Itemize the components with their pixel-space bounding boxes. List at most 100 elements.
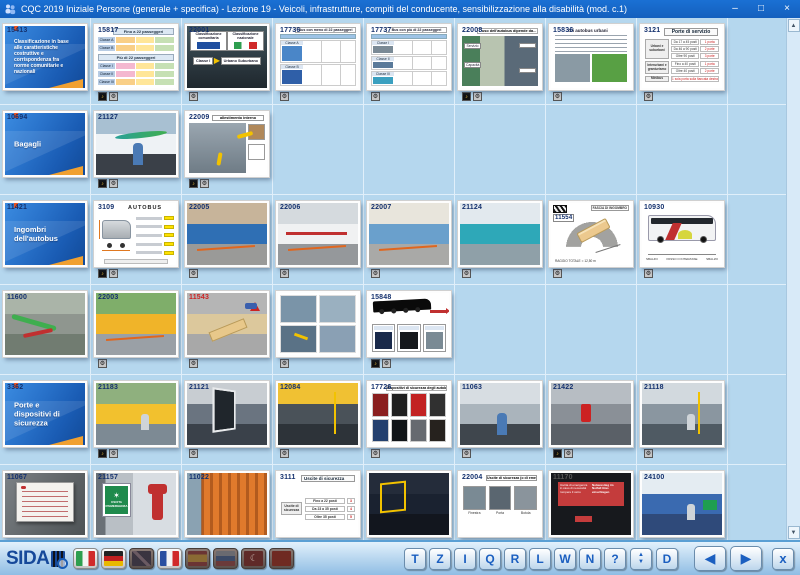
slide-options-button[interactable]: ⚙: [553, 92, 562, 101]
slide-thumbnail[interactable]: L'uso dell'autobus dipende da...Servizio…: [458, 24, 542, 90]
slide-options-button[interactable]: ⚙: [473, 92, 482, 101]
slide-thumbnail[interactable]: 11067: [3, 471, 87, 537]
toolbar-button-help[interactable]: ?: [604, 548, 626, 570]
slide-updown-button[interactable]: ▲ ▼: [630, 548, 652, 570]
toolbar-button-r[interactable]: R: [504, 548, 526, 570]
previous-slide-button[interactable]: ◀: [694, 546, 726, 571]
slide-options-button[interactable]: ⚙: [371, 269, 380, 278]
slide-thumbnail[interactable]: Ingombri dell'autobus11421: [3, 201, 87, 267]
slide-thumbnail[interactable]: Classificazione comunitariaClassificazio…: [185, 24, 269, 90]
slide-thumbnail[interactable]: 22005: [185, 201, 269, 267]
slide-thumbnail[interactable]: 15848: [367, 291, 451, 357]
slide-options-button[interactable]: ⚙: [280, 269, 289, 278]
slide-options-button[interactable]: ⚙: [644, 92, 653, 101]
language-flag-france[interactable]: [157, 548, 182, 569]
slide-thumbnail[interactable]: 12084: [276, 381, 360, 447]
slide-options-button[interactable]: ⚙: [644, 269, 653, 278]
slide-options-button[interactable]: ⚙: [564, 449, 573, 458]
slide-options-button[interactable]: ⚙: [371, 449, 380, 458]
slide-options-button[interactable]: ⚙: [280, 359, 289, 368]
toolbar-button-d[interactable]: D: [656, 548, 678, 570]
slide-thumbnail[interactable]: Uscite di sicurezza (o di emergenza)Fine…: [458, 471, 542, 537]
slide-options-button[interactable]: ⚙: [189, 269, 198, 278]
language-flag-china[interactable]: [269, 548, 294, 569]
slide-options-button[interactable]: ⚙: [109, 449, 118, 458]
slide-thumbnail[interactable]: 24100: [640, 471, 724, 537]
next-slide-button[interactable]: ▶: [730, 546, 762, 571]
window-close-button[interactable]: ×: [774, 0, 800, 18]
language-flag-germany[interactable]: [101, 548, 126, 569]
toolbar-button-z[interactable]: Z: [429, 548, 451, 570]
slide-thumbnail[interactable]: AUTOBUS3109: [94, 201, 178, 267]
slide-thumbnail[interactable]: Uscita di emergenza in caso di necessità…: [549, 471, 633, 537]
toolbar-button-i[interactable]: I: [454, 548, 476, 570]
slide-options-button[interactable]: ⚙: [553, 269, 562, 278]
slide-thumbnail[interactable]: FASCIA DI INGOMBRORAGGIO TOTALE = 12,50 …: [549, 201, 633, 267]
slide-thumbnail[interactable]: allestimento interno22009: [185, 111, 269, 177]
toolbar-button-w[interactable]: W: [554, 548, 576, 570]
minimize-button[interactable]: –: [722, 0, 748, 18]
slide-options-button[interactable]: ⚙: [644, 449, 653, 458]
toolbar-button-t[interactable]: T: [404, 548, 426, 570]
slide-thumbnail[interactable]: SBALZOPASSO O INTERASSESBALZO10930: [640, 201, 724, 267]
slide-thumbnail[interactable]: Uscite di sicurezzaUscite di sicurezzaFi…: [276, 471, 360, 537]
slide-thumbnail[interactable]: 21118: [640, 381, 724, 447]
slide-audio-button[interactable]: ♪: [553, 449, 562, 458]
slide-options-button[interactable]: ⚙: [109, 269, 118, 278]
toolbar-close-button[interactable]: x: [772, 548, 794, 570]
slide-thumbnail[interactable]: 21422: [549, 381, 633, 447]
slide-thumbnail[interactable]: 11600: [3, 291, 87, 357]
maximize-button[interactable]: □: [748, 0, 774, 18]
slide-options-button[interactable]: ⚙: [371, 92, 380, 101]
slide-thumbnail[interactable]: Fino a 22 passeggeriClasse AClasse BPiù …: [94, 24, 178, 90]
slide-thumbnail[interactable]: dispositivi di sicurezza degli autobus17…: [367, 381, 451, 447]
slide-audio-button[interactable]: ♪: [371, 359, 380, 368]
slide-options-button[interactable]: ⚙: [280, 92, 289, 101]
language-flag-italy[interactable]: [73, 548, 98, 569]
slide-thumbnail[interactable]: 21124: [458, 201, 542, 267]
slide-options-button[interactable]: ⚙: [382, 359, 391, 368]
slide-thumbnail[interactable]: 22003: [94, 291, 178, 357]
slide-thumbnail[interactable]: Porte di servizioUrbani e suburbaniDa 17…: [640, 24, 724, 90]
slide-thumbnail[interactable]: [276, 291, 360, 357]
slide-thumbnail[interactable]: 21127: [94, 111, 178, 177]
slide-thumbnail[interactable]: 21121: [185, 381, 269, 447]
slide-thumbnail[interactable]: 11063: [458, 381, 542, 447]
slide-options-button[interactable]: ⚙: [462, 269, 471, 278]
slide-thumbnail[interactable]: 11022: [185, 471, 269, 537]
slide-options-button[interactable]: ⚙: [189, 92, 198, 101]
slide-thumbnail[interactable]: ✶USCITA D'EMERGENZA21157: [94, 471, 178, 537]
toolbar-button-n[interactable]: N: [579, 548, 601, 570]
slide-thumbnail[interactable]: Bus con meno di 22 passeggeriClasse ACla…: [276, 24, 360, 90]
scrollbar[interactable]: ▲ ▼: [786, 18, 800, 540]
slide-thumbnail[interactable]: 21183: [94, 381, 178, 447]
slide-audio-button[interactable]: ♪: [98, 449, 107, 458]
slide-thumbnail[interactable]: 22007: [367, 201, 451, 267]
slide-thumbnail[interactable]: 22006: [276, 201, 360, 267]
slide-audio-button[interactable]: ♪: [98, 269, 107, 278]
slide-options-button[interactable]: ⚙: [98, 359, 107, 368]
language-flag-spain[interactable]: [185, 548, 210, 569]
slide-thumbnail[interactable]: Gli autobus urbani15836: [549, 24, 633, 90]
slide-audio-button[interactable]: ♪: [98, 92, 107, 101]
slide-options-button[interactable]: ⚙: [280, 449, 289, 458]
scroll-down-button[interactable]: ▼: [788, 526, 800, 539]
toolbar-button-q[interactable]: Q: [479, 548, 501, 570]
slide-options-button[interactable]: ⚙: [109, 179, 118, 188]
slide-audio-button[interactable]: ♪: [189, 179, 198, 188]
toolbar-button-l[interactable]: L: [529, 548, 551, 570]
slide-options-button[interactable]: ⚙: [189, 449, 198, 458]
slide-options-button[interactable]: ⚙: [189, 359, 198, 368]
slide-options-button[interactable]: ⚙: [462, 449, 471, 458]
language-flag-russia[interactable]: [213, 548, 238, 569]
slide-thumbnail[interactable]: Bus con più di 22 passeggeriClasse IClas…: [367, 24, 451, 90]
slide-thumbnail[interactable]: Classificazione in base alle caratterist…: [3, 24, 87, 90]
slide-options-button[interactable]: ⚙: [200, 179, 209, 188]
slide-thumbnail[interactable]: Bagagli10694: [3, 111, 87, 177]
slide-audio-button[interactable]: ♪: [462, 92, 471, 101]
slide-audio-button[interactable]: ♪: [98, 179, 107, 188]
slide-thumbnail[interactable]: [367, 471, 451, 537]
slide-thumbnail[interactable]: Porte e dispositivi di sicurezza3362: [3, 381, 87, 447]
scroll-up-button[interactable]: ▲: [788, 19, 800, 32]
slide-thumbnail[interactable]: 11543: [185, 291, 269, 357]
